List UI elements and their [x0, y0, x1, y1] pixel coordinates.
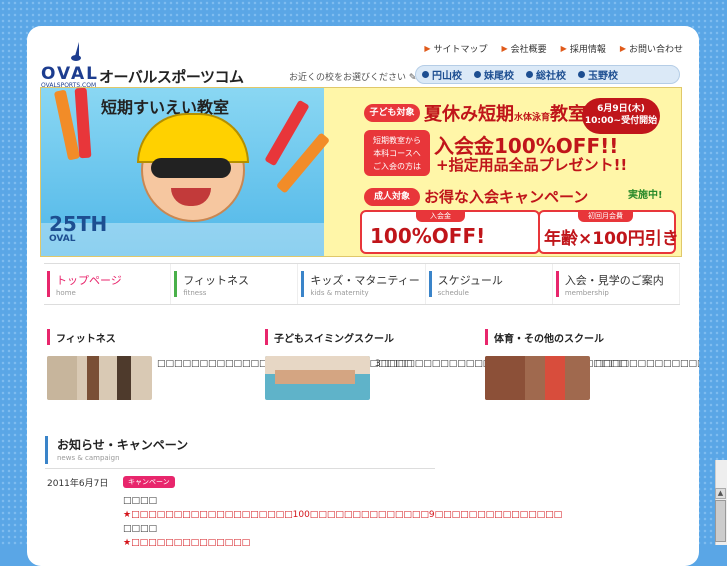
category-description[interactable]: □□□□□□□□□□□□□□□□□□□□□□□□□□□□□□	[157, 357, 412, 371]
category-swimming[interactable]: 子どもスイミングスクール 3□□□□□□□□□□□□□□□□□□□□□□□□□□…	[265, 329, 627, 400]
arrow-right-icon: ▶	[501, 44, 508, 53]
gnav-membership[interactable]: 入会・見学のご案内 membership	[553, 264, 681, 304]
category-description[interactable]: □□□□□□□□□□□□□□□□□□□□□□□□□□□□□□□□	[595, 357, 699, 371]
swimming-photo[interactable]	[265, 356, 370, 400]
nav-accent-bar	[47, 271, 50, 297]
global-navigation: トップページ home フィットネス fitness キッズ・マタニティー kids …	[44, 263, 681, 305]
main-banner[interactable]: 短期すいえい教室 25TH OVAL 子ども対象 夏休み短期水体泳育教室 6月9…	[40, 87, 682, 257]
school-maruyama[interactable]: 円山校	[422, 67, 462, 82]
entry-fee-value: 100%OFF!	[370, 224, 486, 248]
banner-illustration: 短期すいえい教室 25TH OVAL	[41, 88, 331, 256]
gift-text: +指定用品全品プレゼント!!	[436, 156, 628, 174]
divider	[45, 468, 435, 469]
school-finder-label: お近くの校をお選びください ✎	[289, 73, 417, 83]
accent-bar	[45, 436, 48, 464]
topnav-sitemap[interactable]: ▶ サイトマップ	[424, 42, 487, 55]
kids-target-pill: 子ども対象	[364, 104, 420, 122]
nav-accent-bar	[428, 271, 432, 297]
category-heading: フィットネス	[47, 329, 116, 345]
news-body[interactable]: □□□□ ★□□□□□□□□□□□□□□□□□□□100□□□□□□□□□□□□…	[123, 494, 562, 550]
school-photo[interactable]	[485, 356, 590, 400]
anniversary-brand: OVAL	[49, 234, 76, 244]
campaign-heading: お得な入会キャンペーン	[424, 188, 589, 206]
school-finder: 円山校 妹尾校 総社校 玉野校	[415, 65, 680, 84]
page-container: OVAL OVALSPORTS.COM オーバルスポーツコム ▶ サイトマップ ▶…	[27, 26, 699, 566]
accent-bar	[485, 329, 488, 345]
category-heading: 体育・その他のスクール	[485, 329, 604, 345]
news-title: お知らせ・キャンペーン	[57, 438, 189, 452]
top-navigation: ▶ サイトマップ ▶ 会社概要 ▶ 採用情報 ▶ お問い合わせ	[424, 42, 683, 55]
logo-mark-icon	[71, 42, 81, 61]
topnav-recruit[interactable]: ▶ 採用情報	[561, 42, 606, 55]
start-date-badge: 6月9日(木) 10:00~受付開始	[582, 98, 660, 134]
arrow-right-icon: ▶	[619, 44, 626, 53]
entry-fee-box: 入会金 100%OFF!	[360, 210, 540, 254]
fitness-photo[interactable]	[47, 356, 152, 400]
campaign-badge: キャンペーン	[123, 476, 175, 488]
adult-target-pill: 成人対象	[364, 188, 420, 206]
bullet-icon	[422, 71, 429, 78]
scroll-up-icon[interactable]: ▲	[715, 488, 726, 499]
campaign-status: 実施中!	[628, 190, 663, 201]
category-fitness[interactable]: フィットネス □□□□□□□□□□□□□□□□□□□□□□□□□□□□□□	[47, 329, 412, 400]
gnav-kids[interactable]: キッズ・マタニティー kids & maternity	[298, 264, 426, 304]
category-other-school[interactable]: 体育・その他のスクール □□□□□□□□□□□□□□□□□□□□□□□□□□□□…	[485, 329, 699, 400]
brand-name: オーバルスポーツコム	[99, 68, 244, 86]
logo-text: OVAL	[41, 64, 99, 84]
monthly-fee-value: 年齢×100円引き!	[544, 229, 682, 249]
banner-promo: 子ども対象 夏休み短期水体泳育教室 6月9日(木) 10:00~受付開始 短期教室…	[324, 88, 681, 256]
entry-fee-label: 入会金	[416, 210, 465, 222]
nav-accent-bar	[301, 271, 305, 297]
gnav-home[interactable]: トップページ home	[44, 264, 172, 304]
gnav-fitness[interactable]: フィットネス fitness	[171, 264, 299, 304]
accent-bar	[265, 329, 268, 345]
short-course-note: 短期教室から 本科コースへ ご入会の方は	[364, 130, 430, 176]
accent-bar	[47, 329, 50, 345]
category-description[interactable]: 3□□□□□□□□□□□□□□□□□□□□□□□□□□□□□	[375, 357, 627, 371]
arrow-right-icon: ▶	[424, 44, 431, 53]
mascot-swim-cap	[137, 113, 249, 163]
nav-accent-bar	[555, 271, 559, 297]
scrollbar-thumb[interactable]	[715, 500, 726, 542]
topnav-company[interactable]: ▶ 会社概要	[501, 42, 546, 55]
monthly-fee-label: 初回月会費	[578, 210, 633, 222]
anniversary-badge: 25TH	[49, 212, 108, 236]
school-senoo[interactable]: 妹尾校	[474, 67, 514, 82]
category-heading: 子どもスイミングスクール	[265, 329, 394, 345]
gnav-schedule[interactable]: スケジュール schedule	[426, 264, 553, 304]
bullet-icon	[474, 71, 481, 78]
school-tamano[interactable]: 玉野校	[578, 67, 618, 82]
summer-heading: 夏休み短期水体泳育教室	[424, 104, 587, 125]
mascot-goggles	[151, 158, 231, 178]
school-soja[interactable]: 総社校	[526, 67, 566, 82]
bullet-icon	[578, 71, 585, 78]
nav-accent-bar	[174, 271, 178, 297]
monthly-fee-box: 初回月会費 年齢×100円引き!	[538, 210, 681, 254]
topnav-contact[interactable]: ▶ お問い合わせ	[620, 42, 683, 55]
arrow-right-icon: ▶	[560, 44, 567, 53]
news-subtitle: news & campaign	[57, 454, 120, 462]
news-date: 2011年6月7日	[47, 479, 109, 489]
bullet-icon	[526, 71, 533, 78]
